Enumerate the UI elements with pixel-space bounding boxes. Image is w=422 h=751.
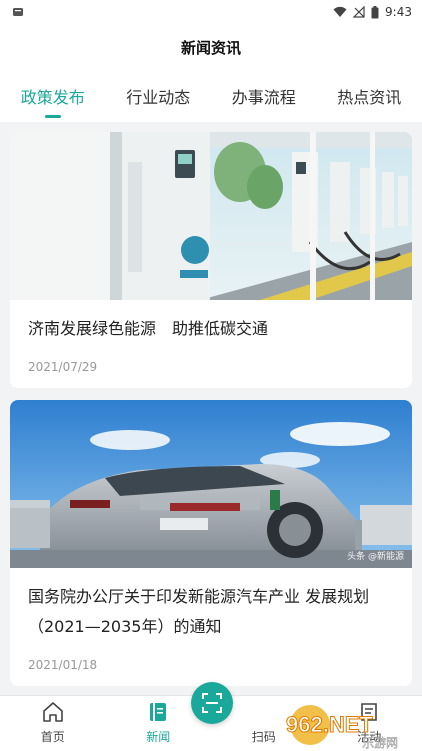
news-title: 国务院办公厅关于印发新能源汽车产业 发展规划（2021—2035年）的通知: [28, 587, 370, 636]
nav-home[interactable]: 首页: [18, 700, 88, 745]
wifi-icon: [333, 6, 347, 17]
brand-watermark-secondary: 乐游网: [362, 736, 398, 749]
status-bar: 9:43: [0, 0, 422, 24]
tab-policy[interactable]: 政策发布: [17, 70, 89, 122]
news-date: 2021/01/18: [28, 658, 98, 672]
news-card[interactable]: 济南发展绿色能源 助推低碳交通 2021/07/29: [10, 132, 412, 388]
page-header: 新闻资讯: [0, 24, 422, 70]
news-card[interactable]: 头条 @新能源 国务院办公厅关于印发新能源汽车产业 发展规划（2021—2035…: [10, 400, 412, 686]
news-title: 济南发展绿色能源 助推低碳交通: [28, 319, 269, 338]
home-icon: [42, 702, 63, 722]
battery-icon: [371, 5, 379, 18]
brand-watermark: 962.NET 乐游网: [280, 701, 416, 750]
news-image-charging: [10, 132, 412, 300]
image-watermark: 头条 @新能源: [347, 552, 404, 562]
scan-icon: [202, 693, 222, 713]
news-image-ev-car: 头条 @新能源: [10, 400, 412, 568]
tab-hot-news[interactable]: 热点资讯: [333, 70, 405, 122]
scan-button[interactable]: [191, 682, 233, 724]
notification-icon: [13, 8, 23, 16]
signal-icon: [353, 6, 365, 18]
status-time: 9:43: [385, 5, 412, 19]
nav-news[interactable]: 新闻: [123, 700, 193, 745]
page-title: 新闻资讯: [180, 38, 241, 57]
category-tabs: 政策发布 行业动态 办事流程 热点资讯: [0, 70, 422, 122]
news-date: 2021/07/29: [28, 360, 98, 374]
brand-watermark-primary: 962.NET: [286, 712, 373, 737]
tab-procedures[interactable]: 办事流程: [228, 70, 300, 122]
news-icon: [150, 703, 167, 721]
tab-industry[interactable]: 行业动态: [122, 70, 194, 122]
news-feed[interactable]: 济南发展绿色能源 助推低碳交通 2021/07/29 头条 @新能源 国务院办公…: [0, 122, 422, 695]
notification-area: [12, 6, 24, 18]
